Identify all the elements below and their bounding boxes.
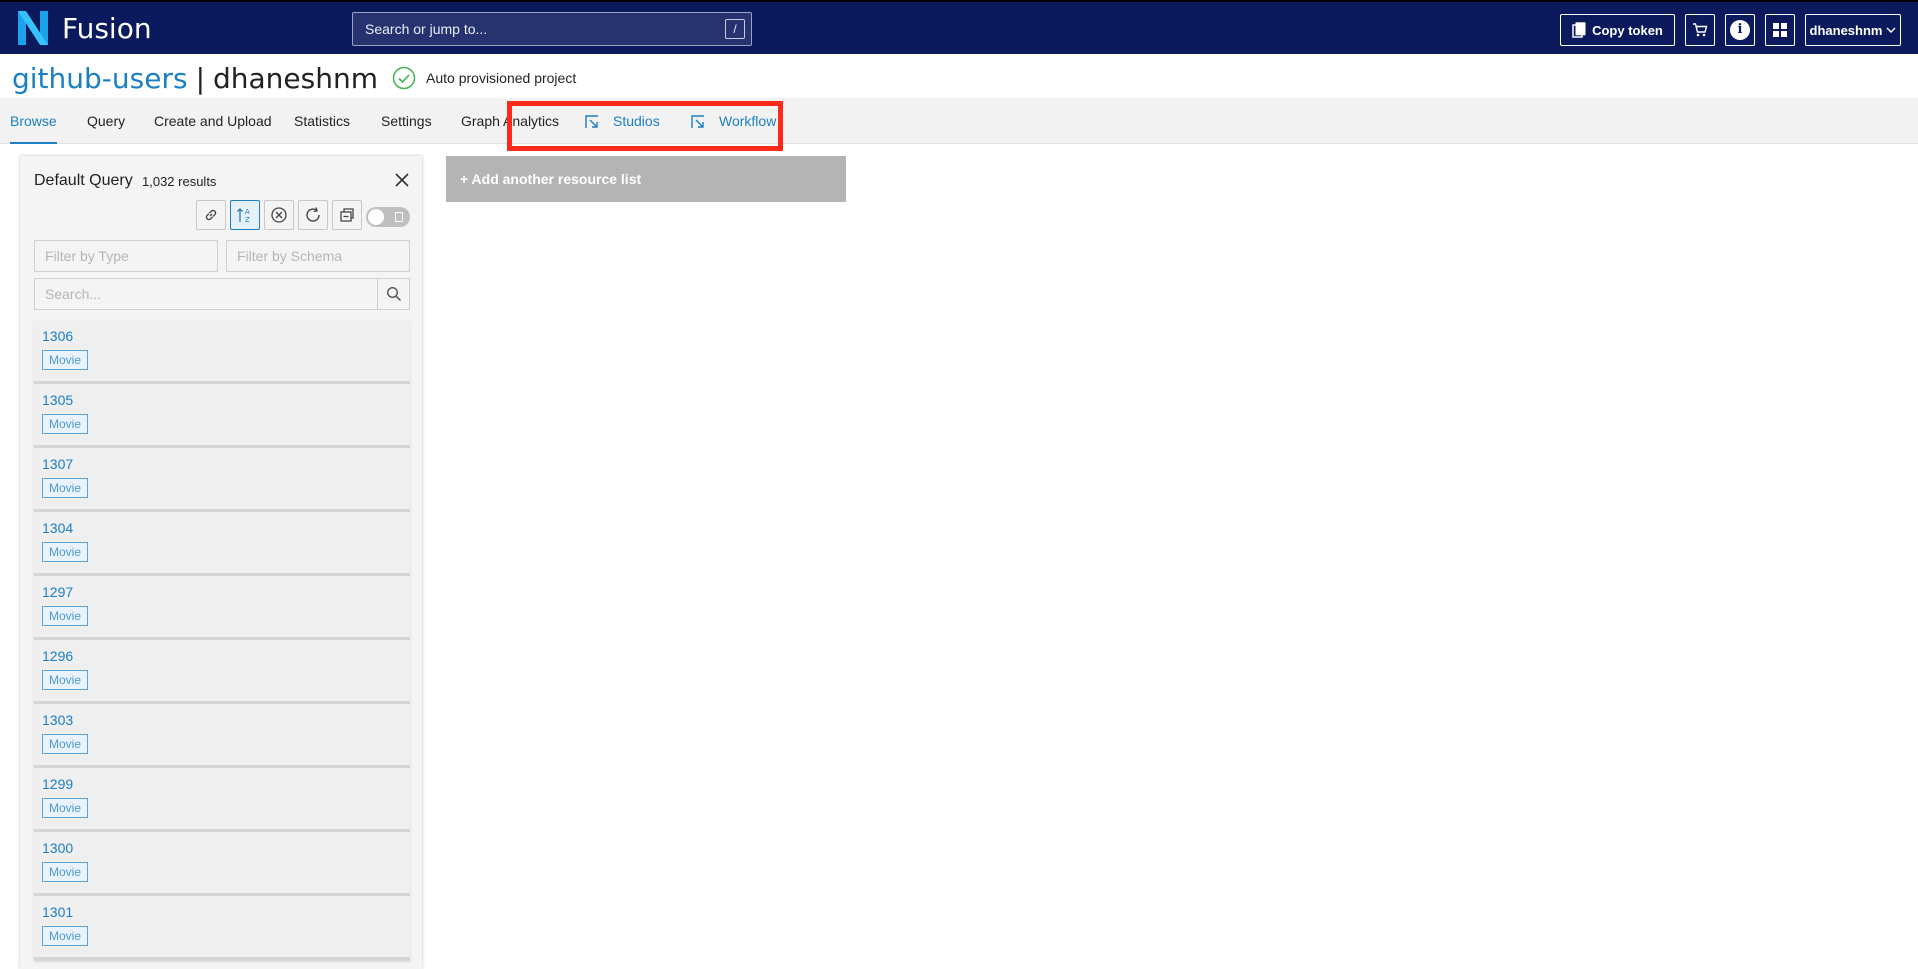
copy-link-button[interactable]	[196, 200, 226, 230]
collapse-all-icon	[340, 208, 354, 222]
svg-text:A: A	[245, 208, 250, 216]
list-item[interactable]: 1307 Movie	[34, 448, 410, 512]
type-badge: Movie	[42, 478, 89, 498]
copy-token-button[interactable]: Copy token	[1560, 14, 1675, 46]
external-link-icon	[691, 115, 704, 129]
project-name: dhaneshnm	[213, 61, 379, 95]
results-count: 1,032 results	[142, 174, 217, 189]
tab-studios-label: Studios	[613, 113, 660, 129]
check-circle-icon	[392, 66, 416, 90]
project-header: github-users | dhaneshnm Auto provisione…	[12, 60, 576, 96]
search-shortcut-key: /	[725, 19, 745, 39]
panel-search-placeholder: Search...	[45, 286, 102, 302]
view-toggle-switch[interactable]	[366, 207, 410, 227]
resource-id[interactable]: 1306	[42, 328, 73, 344]
tab-workflow-label: Workflow	[719, 113, 777, 129]
trash-icon	[395, 212, 403, 222]
info-icon: i	[1730, 20, 1750, 40]
tab-statistics[interactable]: Statistics	[294, 98, 350, 144]
external-link-icon	[585, 115, 598, 129]
filter-by-type-select[interactable]: Filter by Type	[34, 240, 218, 272]
chevron-down-icon	[1886, 27, 1896, 33]
type-badge: Movie	[42, 542, 89, 562]
list-item[interactable]: 1297 Movie	[34, 576, 410, 640]
tab-settings[interactable]: Settings	[381, 98, 432, 144]
list-item[interactable]: 1300 Movie	[34, 832, 410, 896]
grid-icon	[1773, 23, 1787, 37]
user-name: dhaneshnm	[1809, 22, 1883, 38]
project-description: Auto provisioned project	[426, 70, 577, 86]
list-item[interactable]: 1303 Movie	[34, 704, 410, 768]
panel-search-button[interactable]	[377, 279, 409, 309]
sort-icon: A Z	[237, 208, 250, 224]
apps-button[interactable]	[1765, 14, 1795, 46]
type-badge: Movie	[42, 414, 89, 434]
results-list: 1306 Movie 1305 Movie 1307 Movie 1304 Mo…	[34, 320, 410, 960]
filter-by-schema-select[interactable]: Filter by Schema	[226, 240, 410, 272]
project-tabs: Browse Query Create and Upload Statistic…	[0, 98, 1918, 144]
add-resource-list-button[interactable]: + Add another resource list	[446, 156, 846, 202]
type-badge: Movie	[42, 926, 89, 946]
type-badge: Movie	[42, 862, 89, 882]
list-item[interactable]: 1299 Movie	[34, 768, 410, 832]
copy-icon	[1572, 22, 1586, 38]
sort-button[interactable]: A Z	[230, 200, 260, 230]
resource-id[interactable]: 1303	[42, 712, 73, 728]
resource-id[interactable]: 1297	[42, 584, 73, 600]
type-badge: Movie	[42, 670, 89, 690]
tab-query[interactable]: Query	[87, 98, 125, 144]
user-menu-button[interactable]: dhaneshnm	[1805, 14, 1901, 46]
resource-id[interactable]: 1301	[42, 904, 73, 920]
resource-id[interactable]: 1304	[42, 520, 73, 536]
fusion-logo-icon[interactable]	[18, 11, 48, 45]
type-badge: Movie	[42, 798, 89, 818]
type-badge: Movie	[42, 606, 89, 626]
top-navigation-bar: Fusion Search or jump to... / Copy token…	[0, 0, 1918, 54]
list-item[interactable]: 1301 Movie	[34, 896, 410, 960]
tab-studios[interactable]: Studios	[585, 98, 660, 144]
cart-button[interactable]	[1685, 14, 1715, 46]
tab-browse[interactable]: Browse	[10, 98, 57, 144]
resource-id[interactable]: 1296	[42, 648, 73, 664]
resource-id[interactable]: 1300	[42, 840, 73, 856]
cart-icon	[1693, 23, 1708, 37]
info-button[interactable]: i	[1725, 14, 1755, 46]
refresh-icon	[306, 207, 320, 222]
resource-id[interactable]: 1307	[42, 456, 73, 472]
type-badge: Movie	[42, 350, 89, 370]
breadcrumb-separator: |	[195, 61, 205, 95]
link-icon	[205, 209, 217, 221]
resource-id[interactable]: 1305	[42, 392, 73, 408]
list-item[interactable]: 1296 Movie	[34, 640, 410, 704]
app-title[interactable]: Fusion	[62, 12, 152, 45]
close-icon[interactable]	[392, 170, 412, 190]
global-search-input[interactable]: Search or jump to... /	[352, 12, 752, 46]
panel-search-input[interactable]: Search...	[34, 278, 410, 310]
clear-filters-button[interactable]	[264, 200, 294, 230]
list-item[interactable]: 1305 Movie	[34, 384, 410, 448]
copy-token-label: Copy token	[1592, 22, 1663, 38]
tab-graph-analytics[interactable]: Graph Analytics	[461, 98, 559, 144]
clear-circle-icon	[271, 207, 287, 223]
resource-list-panel: Default Query 1,032 results A Z Filter b…	[20, 156, 422, 969]
org-link[interactable]: github-users	[12, 62, 188, 95]
tab-create-and-upload[interactable]: Create and Upload	[154, 98, 272, 144]
collapse-button[interactable]	[332, 200, 362, 230]
type-badge: Movie	[42, 734, 89, 754]
toggle-knob	[368, 209, 384, 225]
tab-workflow[interactable]: Workflow	[691, 98, 776, 144]
panel-title: Default Query	[34, 172, 133, 189]
search-icon	[386, 286, 401, 302]
global-search-placeholder: Search or jump to...	[365, 21, 488, 37]
refresh-button[interactable]	[298, 200, 328, 230]
list-item[interactable]: 1306 Movie	[34, 320, 410, 384]
svg-text:Z: Z	[245, 216, 250, 224]
resource-id[interactable]: 1299	[42, 776, 73, 792]
list-item[interactable]: 1304 Movie	[34, 512, 410, 576]
